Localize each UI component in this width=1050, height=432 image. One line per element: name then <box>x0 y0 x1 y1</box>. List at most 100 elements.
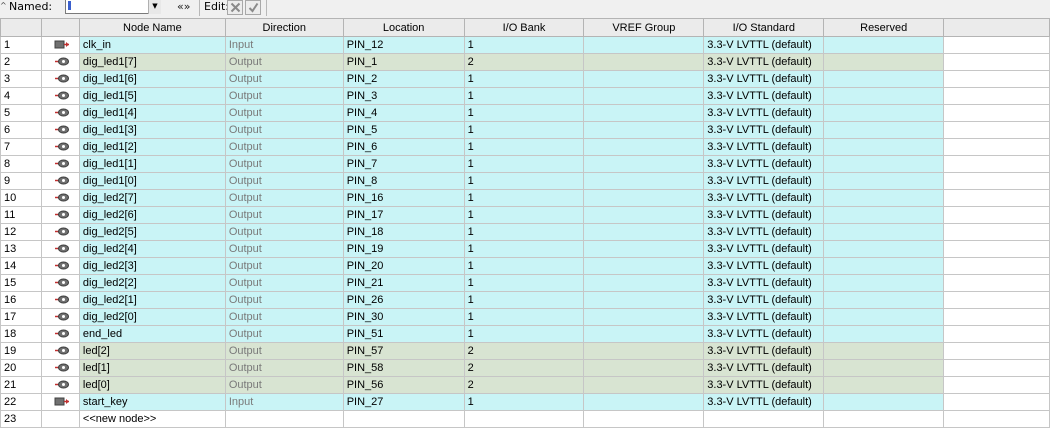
vref-group-cell[interactable] <box>583 359 705 377</box>
header-node-name[interactable]: Node Name <box>78 18 226 37</box>
row-number[interactable]: 17 <box>0 308 42 326</box>
io-bank-cell[interactable] <box>463 410 585 428</box>
reserved-cell[interactable] <box>823 376 945 394</box>
location-cell[interactable]: PIN_18 <box>342 223 465 241</box>
row-number[interactable]: 22 <box>0 393 42 411</box>
vref-group-cell[interactable] <box>583 121 705 139</box>
location-cell[interactable]: PIN_2 <box>342 70 465 88</box>
table-row[interactable]: 16 dig_led2[1] Output PIN_26 1 3.3-V LVTTL (d… <box>0 291 1050 309</box>
location-cell[interactable]: PIN_20 <box>342 257 465 275</box>
row-number[interactable]: 7 <box>0 138 42 156</box>
table-row[interactable]: 20 led[1] Output PIN_58 2 3.3-V LVTTL (defaul… <box>0 359 1050 377</box>
node-name-cell[interactable]: dig_led1[5] <box>78 87 226 105</box>
io-bank-cell[interactable]: 1 <box>463 36 585 54</box>
io-bank-cell[interactable]: 1 <box>463 223 585 241</box>
table-row[interactable]: 5 dig_led1[4] Output PIN_4 1 3.3-V LVTTL (def… <box>0 104 1050 122</box>
row-number[interactable]: 6 <box>0 121 42 139</box>
direction-cell[interactable]: Output <box>224 87 344 105</box>
io-standard-cell[interactable]: 3.3-V LVTTL (default) <box>703 104 825 122</box>
io-bank-cell[interactable]: 1 <box>463 172 585 190</box>
io-bank-cell[interactable]: 1 <box>463 70 585 88</box>
table-row[interactable]: 21 led[0] Output PIN_56 2 3.3-V LVTTL (defaul… <box>0 376 1050 394</box>
table-row[interactable]: 9 dig_led1[0] Output PIN_8 1 3.3-V LVTTL (def… <box>0 172 1050 190</box>
header-io-bank[interactable]: I/O Bank <box>463 18 585 37</box>
named-dropdown-button[interactable]: ▼ <box>148 0 161 14</box>
reserved-cell[interactable] <box>823 36 945 54</box>
reserved-cell[interactable] <box>823 325 945 343</box>
location-cell[interactable]: PIN_8 <box>342 172 465 190</box>
location-cell[interactable]: PIN_57 <box>342 342 465 360</box>
io-standard-cell[interactable]: 3.3-V LVTTL (default) <box>703 121 825 139</box>
vref-group-cell[interactable] <box>583 70 705 88</box>
location-cell[interactable]: PIN_1 <box>342 53 465 71</box>
node-name-cell[interactable]: led[0] <box>78 376 226 394</box>
node-name-cell[interactable]: end_led <box>78 325 226 343</box>
node-name-cell[interactable]: dig_led1[6] <box>78 70 226 88</box>
io-standard-cell[interactable]: 3.3-V LVTTL (default) <box>703 274 825 292</box>
io-standard-cell[interactable]: 3.3-V LVTTL (default) <box>703 70 825 88</box>
direction-cell[interactable]: Output <box>224 359 344 377</box>
location-cell[interactable]: PIN_26 <box>342 291 465 309</box>
reserved-cell[interactable] <box>823 138 945 156</box>
io-bank-cell[interactable]: 2 <box>463 376 585 394</box>
direction-cell[interactable]: Output <box>224 274 344 292</box>
io-standard-cell[interactable]: 3.3-V LVTTL (default) <box>703 291 825 309</box>
direction-cell[interactable]: Output <box>224 325 344 343</box>
table-row[interactable]: 6 dig_led1[3] Output PIN_5 1 3.3-V LVTTL (def… <box>0 121 1050 139</box>
table-row[interactable]: 7 dig_led1[2] Output PIN_6 1 3.3-V LVTTL (def… <box>0 138 1050 156</box>
row-number[interactable]: 23 <box>0 410 42 428</box>
row-number[interactable]: 13 <box>0 240 42 258</box>
location-cell[interactable]: PIN_30 <box>342 308 465 326</box>
node-name-cell[interactable]: dig_led2[5] <box>78 223 226 241</box>
reserved-cell[interactable] <box>823 104 945 122</box>
reserved-cell[interactable] <box>823 87 945 105</box>
node-name-cell[interactable]: dig_led1[1] <box>78 155 226 173</box>
location-cell[interactable]: PIN_27 <box>342 393 465 411</box>
location-cell[interactable]: PIN_17 <box>342 206 465 224</box>
accept-edit-button[interactable] <box>245 0 261 15</box>
node-name-cell[interactable]: start_key <box>78 393 226 411</box>
direction-cell[interactable]: Output <box>224 138 344 156</box>
node-name-cell[interactable]: dig_led2[4] <box>78 240 226 258</box>
vref-group-cell[interactable] <box>583 53 705 71</box>
node-name-cell[interactable]: led[1] <box>78 359 226 377</box>
io-bank-cell[interactable]: 1 <box>463 240 585 258</box>
io-standard-cell[interactable]: 3.3-V LVTTL (default) <box>703 189 825 207</box>
row-number[interactable]: 11 <box>0 206 42 224</box>
io-bank-cell[interactable]: 1 <box>463 206 585 224</box>
location-cell[interactable]: PIN_16 <box>342 189 465 207</box>
row-number[interactable]: 4 <box>0 87 42 105</box>
io-standard-cell[interactable]: 3.3-V LVTTL (default) <box>703 172 825 190</box>
io-standard-cell[interactable]: 3.3-V LVTTL (default) <box>703 53 825 71</box>
reserved-cell[interactable] <box>823 172 945 190</box>
io-standard-cell[interactable]: 3.3-V LVTTL (default) <box>703 240 825 258</box>
node-name-cell[interactable]: dig_led2[7] <box>78 189 226 207</box>
reserved-cell[interactable] <box>823 359 945 377</box>
table-row[interactable]: 4 dig_led1[5] Output PIN_3 1 3.3-V LVTTL (def… <box>0 87 1050 105</box>
direction-cell[interactable]: Output <box>224 223 344 241</box>
io-standard-cell[interactable]: 3.3-V LVTTL (default) <box>703 376 825 394</box>
row-number[interactable]: 19 <box>0 342 42 360</box>
location-cell[interactable]: PIN_3 <box>342 87 465 105</box>
table-row[interactable]: 22 start_key Input PIN_27 1 3.3-V LVTTL (defa… <box>0 393 1050 411</box>
location-cell[interactable] <box>342 410 465 428</box>
vref-group-cell[interactable] <box>583 410 705 428</box>
row-number[interactable]: 2 <box>0 53 42 71</box>
table-row[interactable]: 18 end_led Output PIN_51 1 3.3-V LVTTL (defau… <box>0 325 1050 343</box>
io-bank-cell[interactable]: 1 <box>463 257 585 275</box>
vref-group-cell[interactable] <box>583 36 705 54</box>
node-name-cell[interactable]: dig_led2[3] <box>78 257 226 275</box>
table-row[interactable]: 2 dig_led1[7] Output PIN_1 2 3.3-V LVTTL (def… <box>0 53 1050 71</box>
vref-group-cell[interactable] <box>583 325 705 343</box>
table-row[interactable]: 10 dig_led2[7] Output PIN_16 1 3.3-V LVTTL (d… <box>0 189 1050 207</box>
row-number[interactable]: 3 <box>0 70 42 88</box>
direction-cell[interactable]: Input <box>224 393 344 411</box>
table-row[interactable]: 1 clk_in Input PIN_12 1 3.3-V LVTTL (default) <box>0 36 1050 54</box>
direction-cell[interactable]: Output <box>224 104 344 122</box>
io-bank-cell[interactable]: 1 <box>463 291 585 309</box>
vref-group-cell[interactable] <box>583 87 705 105</box>
io-bank-cell[interactable]: 2 <box>463 342 585 360</box>
reserved-cell[interactable] <box>823 155 945 173</box>
row-number[interactable]: 5 <box>0 104 42 122</box>
io-standard-cell[interactable]: 3.3-V LVTTL (default) <box>703 342 825 360</box>
